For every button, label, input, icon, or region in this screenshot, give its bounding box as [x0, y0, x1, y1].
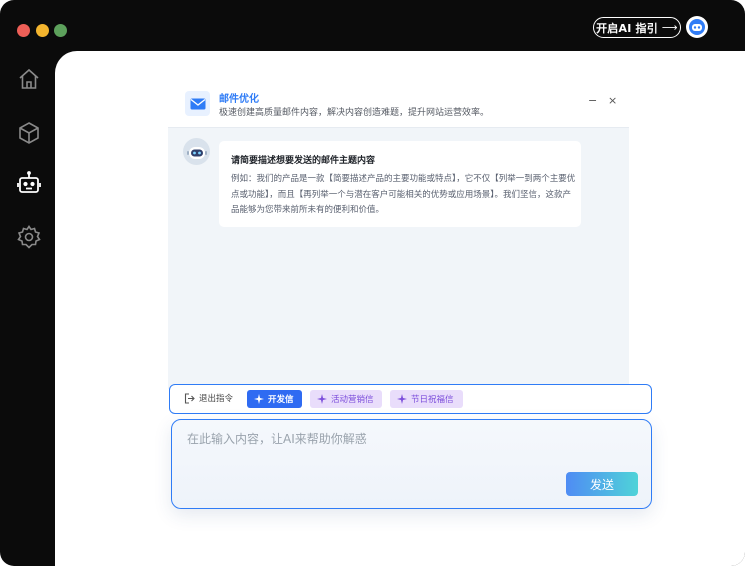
exit-icon	[184, 392, 195, 404]
ai-guide-button[interactable]: 开启AI 指引 ⟶	[593, 17, 681, 38]
arrow-right-icon: ⟶	[661, 21, 678, 34]
maximize-window-dot[interactable]	[54, 24, 67, 37]
chip-label: 活动营销信	[331, 395, 374, 405]
panel-description: 极速创建高质量邮件内容，解决内容创造难题，提升网站运营效率。	[219, 108, 490, 118]
home-icon[interactable]	[16, 66, 42, 92]
close-button[interactable]: ×	[608, 94, 617, 107]
chip-marketing-email[interactable]: 活动营销信	[310, 390, 382, 408]
chip-holiday-email[interactable]: 节日祝福信	[390, 390, 463, 408]
minimize-window-dot[interactable]	[36, 24, 49, 37]
panel-title: 邮件优化	[219, 94, 259, 105]
bot-avatar-icon	[183, 138, 210, 165]
sparkle-icon	[254, 394, 264, 404]
panel-header: 邮件优化 极速创建高质量邮件内容，解决内容创造难题，提升网站运营效率。 − ×	[168, 86, 629, 128]
close-window-dot[interactable]	[17, 24, 30, 37]
exit-command-label: 退出指令	[199, 394, 234, 404]
sparkle-icon	[397, 394, 407, 404]
robot-icon[interactable]	[16, 170, 42, 196]
assistant-message: 请简要描述想要发送的邮件主题内容 例如：我们的产品是一款【简要描述产品的主要功能…	[219, 141, 581, 227]
chip-label: 开发信	[268, 395, 294, 405]
chip-label: 节日祝福信	[411, 395, 454, 405]
message-input[interactable]	[187, 428, 627, 450]
minimize-button[interactable]: −	[588, 94, 597, 107]
message-body: 例如：我们的产品是一款【简要描述产品的主要功能或特点】，它不仅【列举一到两个主要…	[231, 174, 576, 215]
mail-icon	[185, 91, 210, 116]
email-optimizer-panel: 邮件优化 极速创建高质量邮件内容，解决内容创造难题，提升网站运营效率。 − × …	[168, 86, 629, 389]
ai-guide-label: 开启AI 指引	[596, 21, 658, 35]
composer: 发送	[171, 419, 652, 509]
sparkle-icon	[317, 394, 327, 404]
command-bar: 退出指令 开发信 活动营销信 节日祝福信	[169, 384, 652, 414]
send-button[interactable]: 发送	[566, 472, 638, 496]
exit-command-button[interactable]: 退出指令	[184, 392, 233, 404]
cube-icon[interactable]	[16, 120, 42, 146]
gear-icon[interactable]	[16, 224, 42, 250]
chip-cold-email[interactable]: 开发信	[247, 390, 302, 408]
robot-avatar-icon[interactable]	[686, 16, 708, 38]
message-title: 请简要描述想要发送的邮件主题内容	[231, 156, 376, 166]
